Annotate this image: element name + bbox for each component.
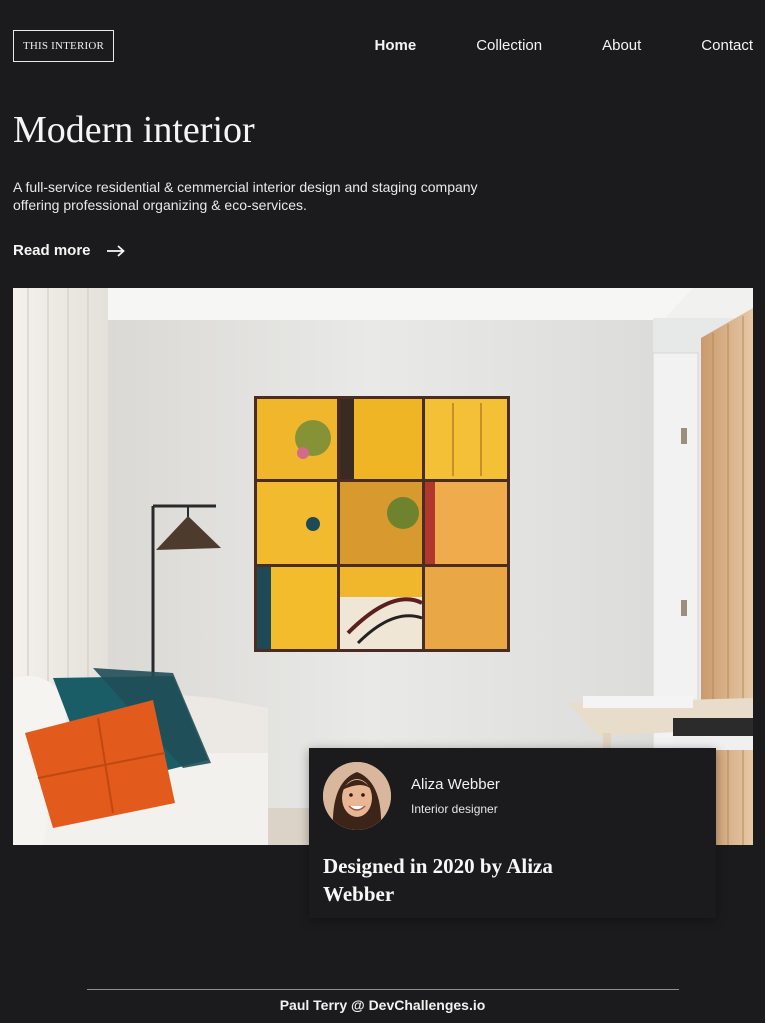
yellow-artwork: [254, 396, 510, 652]
nav-about[interactable]: About: [602, 37, 641, 55]
designer-name: Aliza Webber: [411, 776, 500, 793]
designer-avatar: [323, 762, 391, 830]
nav-home[interactable]: Home: [375, 37, 417, 55]
logo[interactable]: THIS INTERIOR: [13, 30, 114, 62]
designer-card: Aliza Webber Interior designer Designed …: [309, 748, 716, 918]
footer-credit: Paul Terry @ DevChallenges.io: [279, 997, 486, 1013]
read-more-label: Read more: [13, 242, 91, 259]
arrow-right-icon: [106, 244, 125, 257]
footer-divider: [87, 989, 679, 990]
main-nav: Home Collection About Contact: [315, 37, 753, 55]
read-more-link[interactable]: Read more: [13, 242, 125, 259]
nav-contact[interactable]: Contact: [701, 37, 753, 55]
hero-title: Modern interior: [13, 109, 255, 151]
nav-collection[interactable]: Collection: [476, 37, 542, 55]
designer-role: Interior designer: [411, 802, 498, 816]
hero-description: A full-service residential & cemmercial …: [13, 179, 478, 213]
design-credit: Designed in 2020 by Aliza Webber: [323, 854, 553, 906]
